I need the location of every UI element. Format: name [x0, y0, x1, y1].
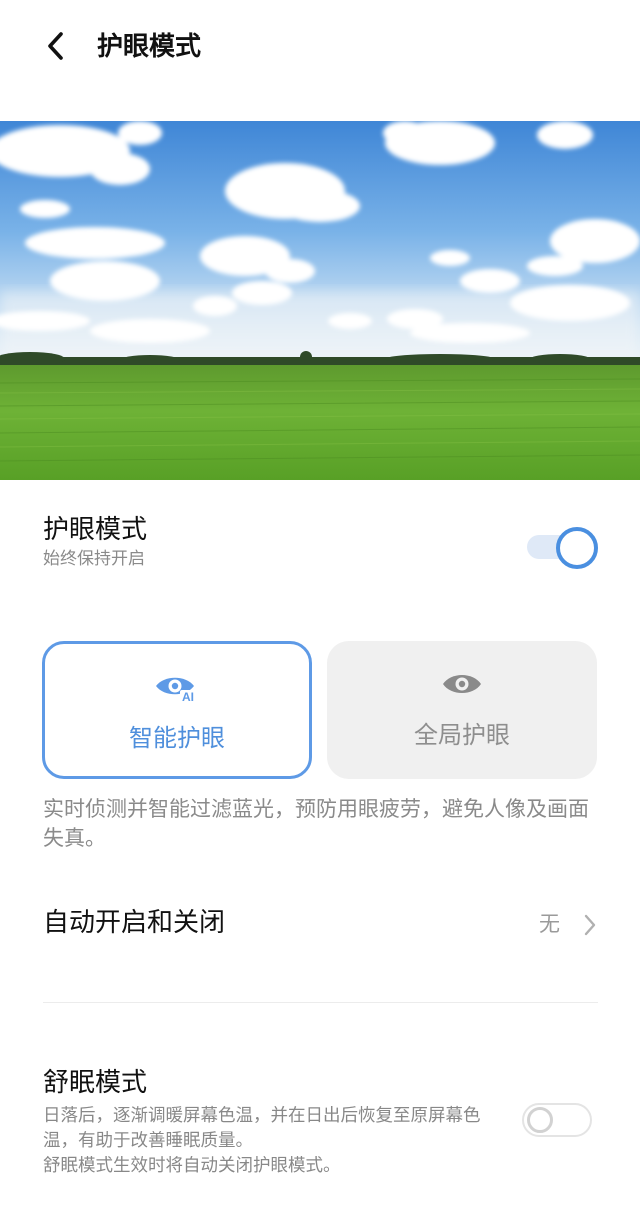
page-title: 护眼模式 — [97, 32, 202, 62]
ai-badge: AI — [182, 690, 194, 704]
divider — [43, 1002, 598, 1003]
sleep-mode-description: 日落后，逐渐调暖屏幕色温，并在日出后恢复至原屏幕色温，有助于改善睡眠质量。 舒眠… — [43, 1104, 513, 1179]
eye-protection-title: 护眼模式 — [43, 515, 148, 545]
sleep-mode-title: 舒眠模式 — [43, 1068, 148, 1098]
sleep-mode-row: 舒眠模式 日落后，逐渐调暖屏幕色温，并在日出后恢复至原屏幕色温，有助于改善睡眠质… — [43, 1066, 513, 1179]
smart-eye-care-label: 智能护眼 — [129, 724, 225, 752]
eye-protection-toggle[interactable] — [525, 526, 598, 569]
eye-protection-row: 护眼模式 始终保持开启 — [43, 513, 513, 571]
toggle-knob — [527, 1107, 553, 1133]
sleep-mode-toggle[interactable] — [522, 1101, 596, 1141]
auto-schedule-value: 无 — [539, 912, 560, 936]
eye-icon — [441, 669, 483, 703]
header: 护眼模式 — [0, 0, 640, 100]
smart-eye-care-card[interactable]: AI 智能护眼 — [42, 641, 312, 779]
sleep-mode-description-line2: 舒眠模式生效时将自动关闭护眼模式。 — [43, 1156, 341, 1176]
back-button[interactable] — [36, 26, 76, 66]
eye-ai-icon: AI — [154, 672, 200, 710]
sleep-mode-description-line1: 日落后，逐渐调暖屏幕色温，并在日出后恢复至原屏幕色温，有助于改善睡眠质量。 — [43, 1106, 481, 1151]
auto-schedule-title: 自动开启和关闭 — [43, 908, 226, 938]
toggle-knob — [556, 527, 598, 569]
chevron-right-icon — [584, 914, 596, 936]
eye-protection-subtitle: 始终保持开启 — [43, 549, 145, 569]
mode-description: 实时侦测并智能过滤蓝光，预防用眼疲劳，避免人像及画面失真。 — [43, 797, 589, 850]
auto-schedule-row[interactable]: 自动开启和关闭 无 — [0, 880, 640, 966]
hero-landscape-image — [0, 121, 640, 480]
global-eye-care-card[interactable]: 全局护眼 — [327, 641, 597, 779]
global-eye-care-label: 全局护眼 — [414, 721, 510, 749]
chevron-left-icon — [48, 32, 63, 60]
